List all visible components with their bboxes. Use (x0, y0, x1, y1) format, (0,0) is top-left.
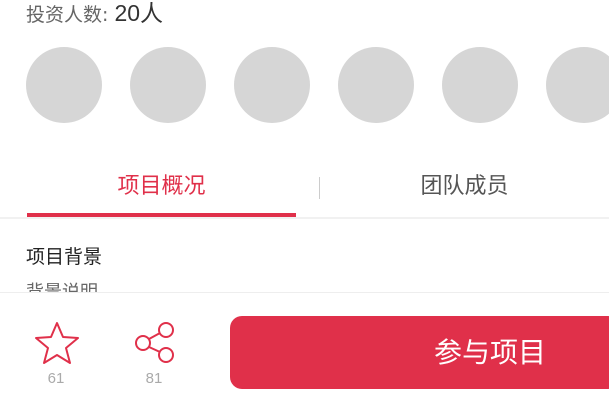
section-title: 项目背景 (26, 246, 103, 268)
investor-label: 投资人数: (26, 4, 109, 26)
avatar[interactable] (234, 47, 310, 123)
share-icon[interactable] (132, 321, 178, 365)
tab-team-members[interactable]: 团队成员 (320, 172, 609, 202)
tab-project-overview[interactable]: 项目概况 (27, 172, 296, 202)
avatar[interactable] (26, 47, 102, 123)
investor-value: 20人 (114, 0, 164, 26)
avatar[interactable] (546, 47, 609, 123)
avatar[interactable] (130, 47, 206, 123)
avatar[interactable] (442, 47, 518, 123)
join-project-button[interactable]: 参与项目 (230, 316, 609, 389)
star-icon[interactable] (34, 321, 80, 365)
section-description: 背景说明 (26, 280, 98, 292)
avatar[interactable] (338, 47, 414, 123)
share-count: 81 (145, 370, 163, 387)
investor-count: 投资人数: 20人 (26, 0, 163, 28)
divider (0, 217, 609, 219)
favorite-count: 61 (47, 370, 65, 387)
